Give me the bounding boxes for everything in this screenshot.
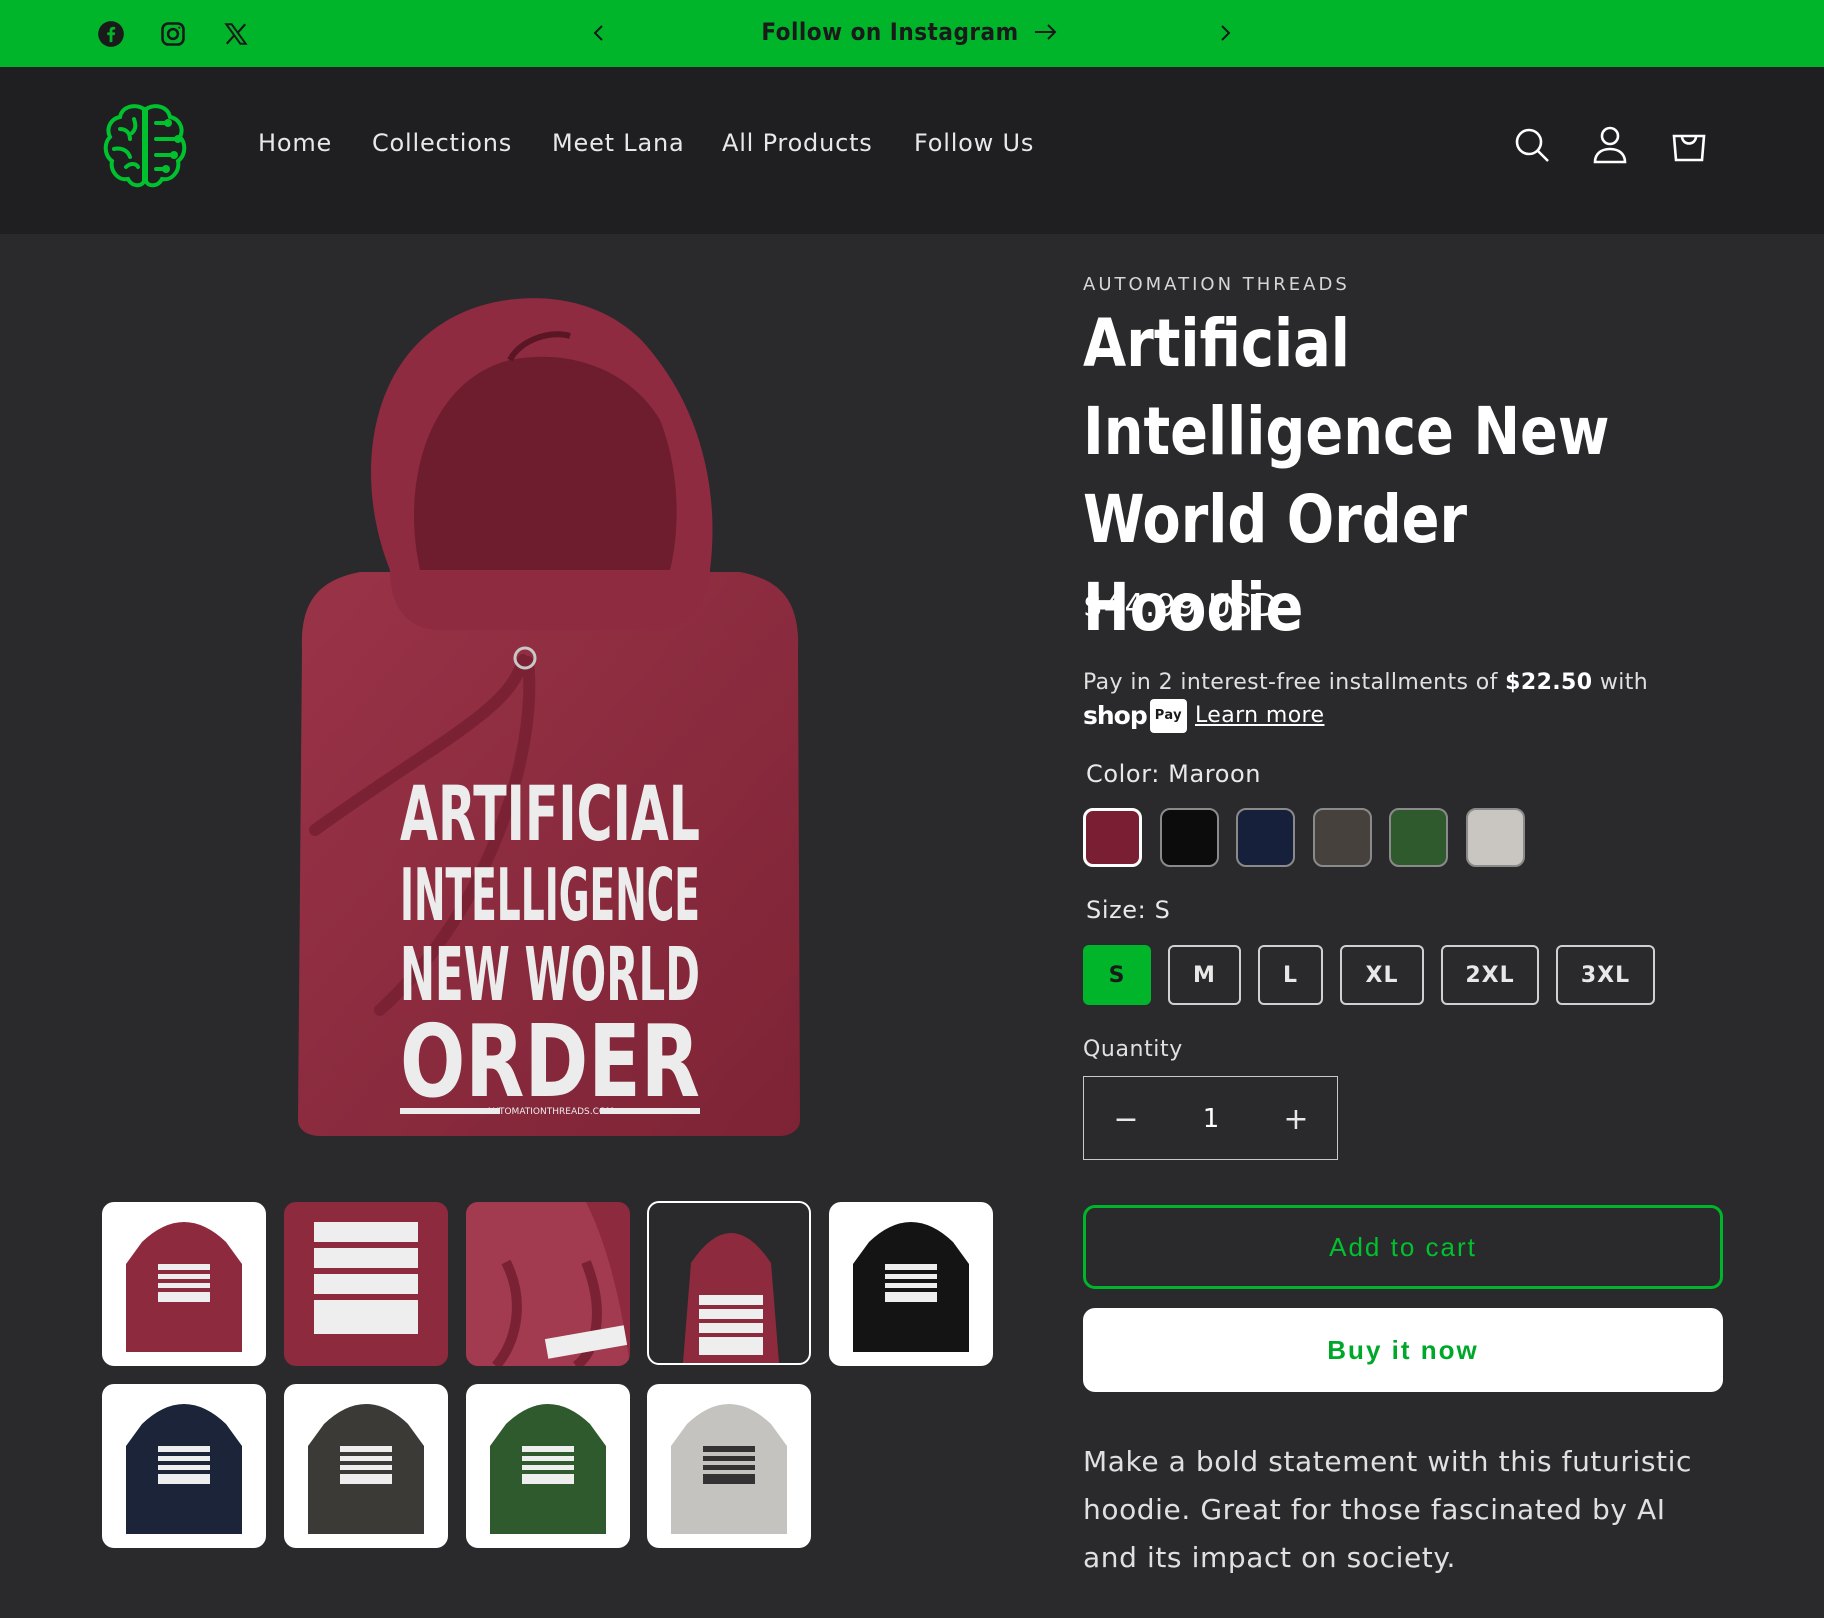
product-price: $44.99 USD <box>1083 588 1278 624</box>
product-description: Make a bold statement with this futurist… <box>1083 1445 1692 1574</box>
announcement-link[interactable]: Follow on Instagram <box>760 12 1060 52</box>
print-site: AUTOMATIONTHREADS.COM <box>486 1107 614 1117</box>
announcement-prev-button[interactable] <box>582 16 616 50</box>
size-l-button[interactable]: L <box>1258 945 1323 1005</box>
installments-prefix: Pay in 2 interest-free installments of <box>1083 670 1506 695</box>
thumbnail-8[interactable] <box>466 1384 630 1548</box>
installments-info: Pay in 2 interest-free installments of $… <box>1083 667 1703 733</box>
swatch-black[interactable] <box>1160 808 1219 867</box>
thumbnail-1[interactable] <box>102 1202 266 1366</box>
thumbnail-3[interactable] <box>466 1202 630 1366</box>
quantity-input[interactable] <box>1168 1077 1254 1161</box>
quantity-increase-button[interactable]: + <box>1254 1077 1338 1161</box>
brain-logo[interactable] <box>100 99 190 191</box>
size-xl-button[interactable]: XL <box>1340 945 1424 1005</box>
arrow-right-icon <box>1034 24 1057 40</box>
cart-icon[interactable] <box>1665 121 1713 169</box>
thumbnail-6[interactable] <box>102 1384 266 1548</box>
installment-amount: $22.50 <box>1505 670 1593 695</box>
nav-collections[interactable]: Collections <box>372 129 512 157</box>
x-icon[interactable] <box>218 16 254 52</box>
add-to-cart-button[interactable]: Add to cart <box>1083 1205 1723 1289</box>
instagram-icon[interactable] <box>155 16 191 52</box>
site-header: Home Collections Meet Lana All Products … <box>0 67 1824 234</box>
thumbnail-5[interactable] <box>829 1202 993 1366</box>
brain-icon <box>103 104 187 188</box>
product-vendor: AUTOMATION THREADS <box>1083 274 1350 295</box>
announcement-text: Follow on Instagram <box>761 18 1019 46</box>
buy-now-button[interactable]: Buy it now <box>1083 1308 1723 1392</box>
quantity-stepper: − + <box>1083 1076 1338 1161</box>
thumbnail-7[interactable] <box>284 1384 448 1548</box>
swatch-maroon[interactable] <box>1083 808 1142 867</box>
size-s-button[interactable]: S <box>1083 945 1151 1005</box>
quantity-decrease-button[interactable]: − <box>1084 1077 1168 1161</box>
learn-more-link[interactable]: Learn more <box>1195 703 1324 728</box>
pay-badge: Pay <box>1149 699 1187 733</box>
thumbnail-2[interactable] <box>284 1202 448 1366</box>
chevron-left-icon <box>593 25 603 41</box>
size-label: Size: S <box>1086 896 1171 924</box>
thumbnail-4-active[interactable] <box>647 1201 811 1365</box>
account-icon[interactable] <box>1586 121 1634 169</box>
print-line-4: ORDER <box>400 1003 700 1120</box>
search-icon[interactable] <box>1508 121 1556 169</box>
announcement-next-button[interactable] <box>1208 16 1242 50</box>
product-main-image[interactable]: ARTIFICIAL INTELLIGENCE NEW WORLD ORDER … <box>240 270 860 1140</box>
swatch-charcoal[interactable] <box>1313 808 1372 867</box>
nav-all-products[interactable]: All Products <box>722 129 873 157</box>
swatch-navy[interactable] <box>1236 808 1295 867</box>
chevron-right-icon <box>1221 25 1231 41</box>
thumbnail-9[interactable] <box>647 1384 811 1548</box>
nav-follow-us[interactable]: Follow Us <box>914 129 1034 157</box>
facebook-icon[interactable] <box>93 16 129 52</box>
print-line-1: ARTIFICIAL <box>400 769 700 858</box>
announcement-bar: Follow on Instagram <box>0 0 1824 67</box>
quantity-label: Quantity <box>1083 1037 1183 1062</box>
shop-pay-logo: shop <box>1083 701 1148 730</box>
color-label: Color: Maroon <box>1086 760 1262 788</box>
size-2xl-button[interactable]: 2XL <box>1441 945 1539 1005</box>
size-3xl-button[interactable]: 3XL <box>1556 945 1655 1005</box>
size-m-button[interactable]: M <box>1168 945 1241 1005</box>
swatch-heather-grey[interactable] <box>1466 808 1525 867</box>
nav-meet-lana[interactable]: Meet Lana <box>552 129 684 157</box>
swatch-forest-green[interactable] <box>1389 808 1448 867</box>
print-line-2: INTELLIGENCE <box>400 853 700 937</box>
nav-home[interactable]: Home <box>258 129 332 157</box>
installments-suffix: with <box>1592 670 1649 695</box>
